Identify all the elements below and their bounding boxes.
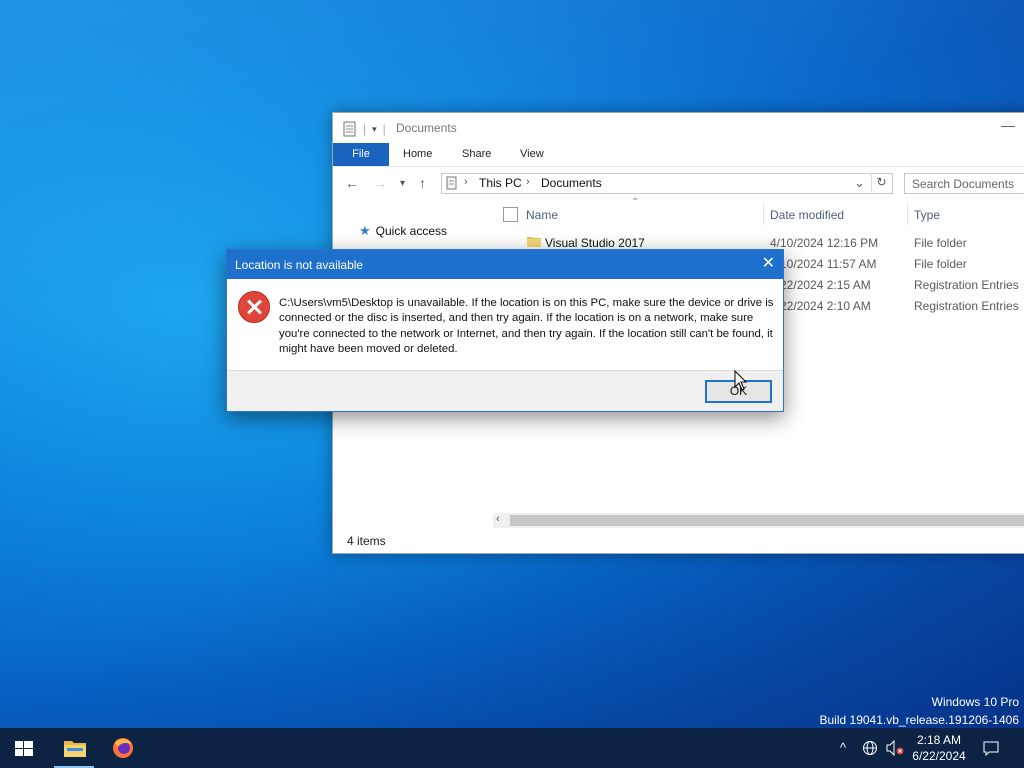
- column-divider: [763, 203, 764, 225]
- file-name: Visual Studio 2017: [545, 236, 645, 250]
- explorer-titlebar[interactable]: | ▾ | Documents —: [333, 113, 1024, 143]
- file-date: 6/22/2024 2:10 AM: [770, 299, 871, 313]
- document-folder-icon: [343, 121, 356, 137]
- clock-time: 2:18 AM: [916, 733, 962, 747]
- breadcrumb-chevron-icon[interactable]: ›: [464, 176, 468, 188]
- scrollbar-thumb[interactable]: [510, 515, 1024, 526]
- nav-item-label: Quick access: [375, 224, 448, 238]
- dialog-footer: OK: [227, 370, 783, 411]
- column-header-name[interactable]: Name: [526, 208, 558, 230]
- back-arrow-icon[interactable]: ←: [345, 175, 359, 191]
- action-center-icon[interactable]: [983, 740, 999, 756]
- refresh-icon[interactable]: ↻: [871, 173, 891, 192]
- separator: |: [363, 122, 367, 136]
- clock-date: 6/22/2024: [912, 749, 966, 763]
- horizontal-scrollbar[interactable]: ‹: [493, 513, 1024, 528]
- tab-home[interactable]: Home: [403, 143, 432, 166]
- star-icon: ★: [359, 223, 371, 238]
- file-date: 4/10/2024 12:16 PM: [770, 236, 879, 250]
- volume-muted-icon[interactable]: [886, 740, 904, 756]
- address-dropdown-icon[interactable]: ⌄: [854, 175, 865, 191]
- search-input[interactable]: Search Documents: [904, 173, 1024, 194]
- scroll-left-icon[interactable]: ‹: [496, 513, 500, 525]
- tab-file[interactable]: File: [333, 143, 389, 166]
- tab-share[interactable]: Share: [462, 143, 491, 166]
- network-globe-icon[interactable]: [862, 740, 878, 756]
- file-explorer-icon: [64, 741, 86, 757]
- column-divider: [907, 203, 908, 225]
- select-all-checkbox[interactable]: [503, 207, 518, 222]
- recent-locations-icon[interactable]: ▾: [400, 178, 405, 189]
- nav-item-quick-access[interactable]: ★ Quick access: [359, 223, 447, 239]
- mouse-cursor-icon: [734, 370, 748, 391]
- quick-access-toolbar: | ▾ |: [343, 121, 386, 137]
- show-hidden-icons-chevron[interactable]: ^: [840, 740, 846, 755]
- system-clock[interactable]: 2:18 AM 6/22/2024: [907, 732, 971, 764]
- navigation-bar: ← → ▾ ↑ › This PC › Documents ⌄ ↻ Search…: [333, 167, 1024, 199]
- dialog-titlebar[interactable]: Location is not available ✕: [227, 250, 783, 279]
- windows-start-icon[interactable]: [15, 741, 33, 756]
- forward-arrow-icon[interactable]: →: [373, 175, 387, 191]
- windows-build-watermark: Build 19041.vb_release.191206-1406: [819, 713, 1020, 727]
- dialog-message: C:\Users\vm5\Desktop is unavailable. If …: [279, 297, 774, 355]
- qat-dropdown-icon[interactable]: ▾: [372, 124, 377, 135]
- error-icon: [238, 291, 270, 323]
- close-icon[interactable]: ✕: [762, 253, 775, 273]
- taskbar: ^ 2:18 AM 6/22/2024: [0, 728, 1024, 768]
- file-date: 4/10/2024 11:57 AM: [770, 257, 877, 271]
- file-date: 6/22/2024 2:15 AM: [770, 278, 871, 292]
- taskbar-firefox[interactable]: [100, 728, 146, 768]
- minimize-button[interactable]: —: [1001, 117, 1015, 133]
- breadcrumb-this-pc[interactable]: This PC: [479, 176, 522, 190]
- folder-icon: [527, 237, 541, 247]
- up-arrow-icon[interactable]: ↑: [419, 175, 426, 191]
- breadcrumb-documents[interactable]: Documents: [541, 176, 602, 190]
- file-type: Registration Entries: [914, 299, 1019, 313]
- column-header-type[interactable]: Type: [914, 208, 940, 230]
- file-type: File folder: [914, 257, 967, 271]
- status-item-count: 4 items: [347, 534, 386, 548]
- windows-edition-watermark: Windows 10 Pro: [931, 695, 1019, 709]
- ribbon-tabs: File Home Share View: [333, 143, 1024, 167]
- documents-icon: [446, 176, 457, 190]
- address-bar[interactable]: › This PC › Documents ⌄: [441, 173, 893, 194]
- file-type: Registration Entries: [914, 278, 1019, 292]
- tab-view[interactable]: View: [520, 143, 544, 166]
- location-error-dialog[interactable]: Location is not available ✕ C:\Users\vm5…: [226, 249, 784, 412]
- window-title: Documents: [396, 121, 457, 135]
- breadcrumb-chevron-icon[interactable]: ›: [526, 176, 530, 188]
- taskbar-file-explorer[interactable]: [51, 728, 97, 768]
- sort-ascending-icon: ⌃: [631, 197, 640, 208]
- dialog-title: Location is not available: [235, 258, 364, 272]
- firefox-icon: [113, 738, 133, 758]
- search-placeholder: Search Documents: [912, 177, 1015, 191]
- column-header-date-modified[interactable]: Date modified: [770, 208, 844, 230]
- separator: |: [382, 122, 386, 136]
- file-type: File folder: [914, 236, 967, 250]
